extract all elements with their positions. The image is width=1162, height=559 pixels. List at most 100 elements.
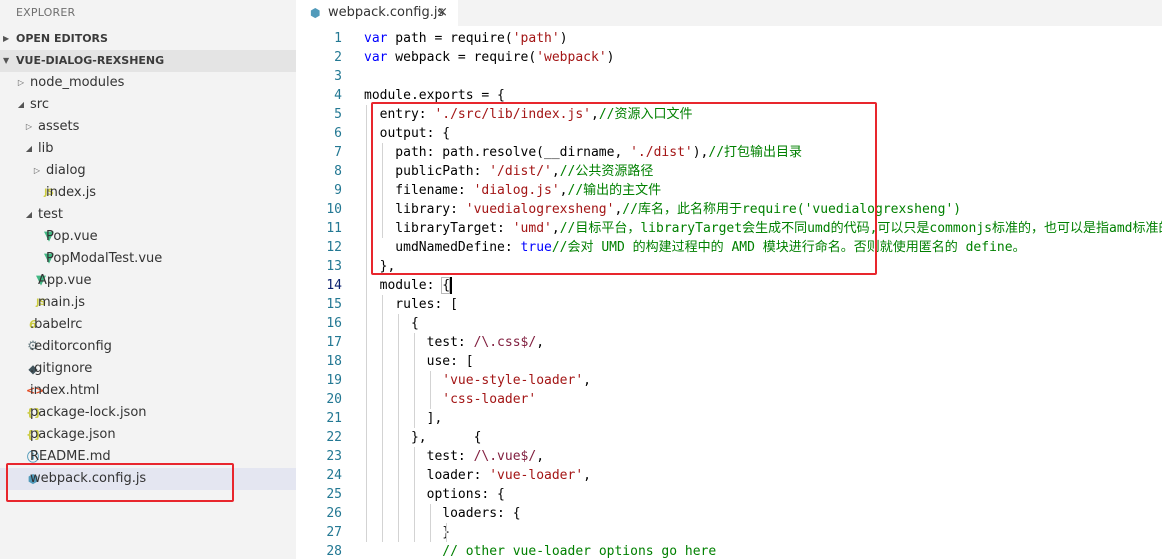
code-token: }: [364, 525, 451, 540]
tree-item-label: .gitignore: [30, 361, 93, 376]
code-line[interactable]: 28 // other vue-loader options go here: [296, 542, 1162, 559]
line-number: 25: [326, 487, 342, 502]
line-number: 28: [326, 544, 342, 559]
indent-guide: [446, 523, 447, 542]
folder-item-node-modules[interactable]: ▷ node_modules: [0, 72, 296, 94]
tree-item-label: dialog: [46, 163, 86, 178]
line-number: 22: [326, 430, 342, 445]
project-label: VUE-DIALOG-REXSHENG: [16, 54, 165, 67]
tree-item-label: index.html: [30, 383, 100, 398]
line-number: 20: [326, 392, 342, 407]
tab-label: webpack.config.js: [328, 5, 445, 20]
code-token: ): [559, 31, 568, 46]
code-token: options: {: [364, 487, 505, 502]
chevron-right-icon: ▶: [3, 34, 10, 43]
file-item-app-vue[interactable]: ▼ App.vue: [0, 270, 296, 292]
folder-item-assets[interactable]: ▷ assets: [0, 116, 296, 138]
code-line[interactable]: 24 loader: 'vue-loader',: [296, 466, 1162, 485]
code-token: module: {: [364, 278, 451, 293]
code-token: test:: [364, 449, 474, 464]
file-item-gitignore[interactable]: ◆ .gitignore: [0, 358, 296, 380]
line-number: 12: [326, 240, 342, 255]
code-line[interactable]: 21 ],: [296, 409, 1162, 428]
code-token: var: [364, 50, 388, 65]
code-token: webpack = require(: [387, 50, 537, 65]
chevron-right-icon: ▷: [25, 122, 33, 131]
tab-webpack-config[interactable]: ⬢ webpack.config.js ×: [296, 0, 458, 26]
code-line[interactable]: 20 'css-loader': [296, 390, 1162, 409]
folder-item-lib[interactable]: ◢ lib: [0, 138, 296, 160]
file-item-popmodaltest-vue[interactable]: ▼ PopModalTest.vue: [0, 248, 296, 270]
code-token: ,: [583, 468, 591, 483]
tree-item-label: App.vue: [38, 273, 92, 288]
code-line[interactable]: 26 loaders: {: [296, 504, 1162, 523]
code-line[interactable]: 19 'vue-style-loader',: [296, 371, 1162, 390]
close-icon[interactable]: ×: [437, 0, 448, 26]
tree-item-label: main.js: [38, 295, 85, 310]
chevron-down-icon: ◢: [17, 100, 25, 109]
code-text: test: /\.vue$/,: [364, 447, 544, 466]
explorer-title: EXPLORER: [16, 6, 76, 19]
code-line[interactable]: 3: [296, 67, 1162, 86]
code-token: ],: [364, 411, 443, 426]
code-text: ],: [364, 409, 443, 428]
indent-guide: [430, 504, 431, 542]
folder-item-test[interactable]: ◢ test: [0, 204, 296, 226]
file-item-index-js[interactable]: JS index.js: [0, 182, 296, 204]
webpack-file-icon: ⬢: [310, 6, 321, 20]
code-token: var: [364, 31, 388, 46]
file-item-index-html[interactable]: <> index.html: [0, 380, 296, 402]
code-text: test: /\.css$/,: [364, 333, 544, 352]
tree-item-label: .editorconfig: [30, 339, 112, 354]
line-number: 6: [334, 126, 342, 141]
highlight-box-file: [6, 463, 234, 502]
line-number: 26: [326, 506, 342, 521]
code-token: ,: [536, 449, 545, 464]
indent-guide: [430, 371, 431, 409]
file-item-pop-vue[interactable]: ▼ Pop.vue: [0, 226, 296, 248]
line-number: 15: [326, 297, 342, 312]
folder-item-dialog[interactable]: ▷ dialog: [0, 160, 296, 182]
code-token: /\.css$/: [473, 335, 537, 350]
code-text: options: {: [364, 485, 505, 504]
line-number: 21: [326, 411, 342, 426]
chevron-down-icon: ▼: [3, 56, 10, 65]
text-cursor: [450, 277, 452, 294]
code-token: /\.vue$/: [473, 449, 537, 464]
code-line[interactable]: 18 use: [: [296, 352, 1162, 371]
tree-item-label: package-lock.json: [30, 405, 147, 420]
indent-guide: [414, 333, 415, 428]
folder-item-src[interactable]: ◢ src: [0, 94, 296, 116]
code-line[interactable]: 22 }, {: [296, 428, 1162, 447]
line-number: 14: [326, 278, 342, 293]
tree-item-label: PopModalTest.vue: [46, 251, 163, 266]
code-line[interactable]: 27 }: [296, 523, 1162, 542]
code-line[interactable]: 23 test: /\.vue$/,: [296, 447, 1162, 466]
code-text: {: [364, 314, 419, 333]
line-number: 27: [326, 525, 342, 540]
file-item-package-lock-json[interactable]: {} package-lock.json: [0, 402, 296, 424]
line-number: 18: [326, 354, 342, 369]
tree-item-label: assets: [38, 119, 80, 134]
editor-tab-bar: ⬢ webpack.config.js ×: [296, 0, 1162, 26]
highlight-box-config: [371, 102, 877, 275]
file-item-main-js[interactable]: JS main.js: [0, 292, 296, 314]
code-line[interactable]: 16 {: [296, 314, 1162, 333]
code-line[interactable]: 17 test: /\.css$/,: [296, 333, 1162, 352]
line-number: 17: [326, 335, 342, 350]
line-number: 23: [326, 449, 342, 464]
bracket-match-highlight: [441, 277, 450, 294]
file-item-package-json[interactable]: {} package.json: [0, 424, 296, 446]
code-line[interactable]: 15 rules: [: [296, 295, 1162, 314]
tree-item-label: index.js: [46, 185, 97, 200]
open-editors-section[interactable]: ▶ OPEN EDITORS: [0, 28, 296, 50]
code-line[interactable]: 2 var webpack = require('webpack'): [296, 48, 1162, 67]
code-token: 'path': [512, 31, 560, 46]
code-text: rules: [: [364, 295, 458, 314]
code-line[interactable]: 25 options: {: [296, 485, 1162, 504]
code-line[interactable]: 14 module: {: [296, 276, 1162, 295]
file-item-babelrc[interactable]: 6 .babelrc: [0, 314, 296, 336]
file-item-editorconfig[interactable]: ⚙ .editorconfig: [0, 336, 296, 358]
code-line[interactable]: 1 var path = require('path'): [296, 29, 1162, 48]
project-section[interactable]: ▼ VUE-DIALOG-REXSHENG: [0, 50, 296, 72]
